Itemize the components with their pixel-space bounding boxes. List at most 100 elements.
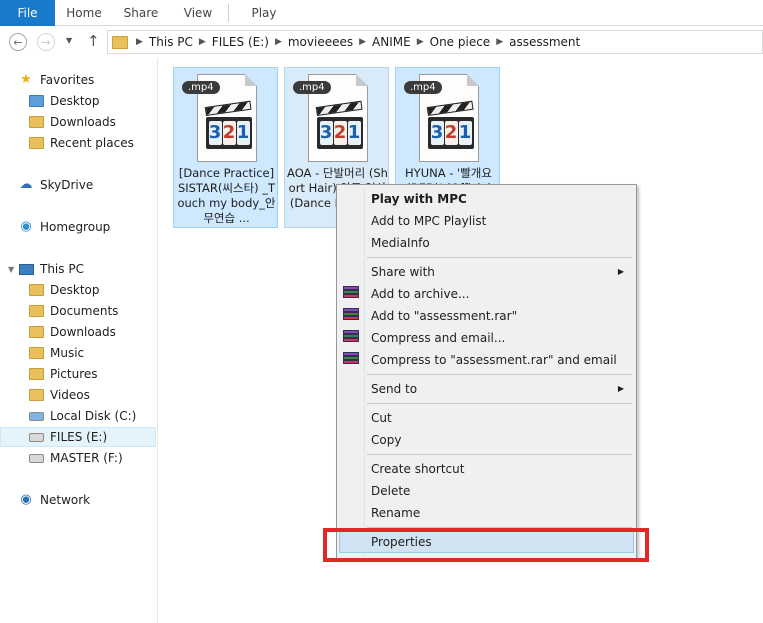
breadcrumb-this-pc[interactable]: This PC [149,35,193,49]
up-arrow-icon: ↑ [87,32,100,50]
menu-rename[interactable]: Rename [339,502,634,524]
downloads-folder-icon [28,324,44,340]
desktop-icon [28,93,44,109]
chevron-right-icon[interactable]: ▶ [136,37,143,47]
nav-downloads[interactable]: Downloads [28,112,116,132]
tab-play[interactable]: Play [243,0,285,26]
chevron-right-icon[interactable]: ▶ [199,37,206,47]
back-button[interactable]: ← [9,33,27,51]
menu-label: Add to "assessment.rar" [371,309,518,323]
nav-network[interactable]: ◉ Network [18,490,90,510]
menu-share-with[interactable]: Share with ▶ [339,261,634,283]
tab-file[interactable]: File [0,0,55,26]
clapperboard-icon: 321 [426,100,474,151]
nav-desktop[interactable]: Desktop [28,91,100,111]
menu-send-to[interactable]: Send to ▶ [339,378,634,400]
nav-local-disk-c[interactable]: Local Disk (C:) [28,406,136,426]
nav-pc-videos[interactable]: Videos [28,385,90,405]
address-bar[interactable]: ▶ This PC ▶ FILES (E:) ▶ movieeees ▶ ANI… [107,30,763,54]
nav-pc-pictures[interactable]: Pictures [28,364,98,384]
chevron-right-icon[interactable]: ▶ [275,37,282,47]
tab-home[interactable]: Home [63,0,105,26]
nav-pc-music[interactable]: Music [28,343,84,363]
menu-label: Compress and email... [371,331,506,345]
navigation-pane: ★ Favorites Desktop Downloads Recent pla… [0,58,158,623]
breadcrumb-assessment[interactable]: assessment [509,35,580,49]
mpc-file-icon: .mp4 321 [293,74,368,162]
windows-drive-icon [28,408,44,424]
menu-cut[interactable]: Cut [339,407,634,429]
menu-separator [367,374,632,375]
nav-label: Network [40,493,91,507]
menu-separator [367,257,632,258]
winrar-icon [343,308,359,324]
expand-chevron-icon[interactable]: ▼ [8,265,14,274]
menu-create-shortcut[interactable]: Create shortcut [339,458,634,480]
winrar-icon [343,330,359,346]
nav-favorites[interactable]: ★ Favorites [18,70,94,90]
folder-icon [112,35,128,49]
extension-badge: .mp4 [182,81,220,94]
chevron-down-icon: ▼ [66,36,73,45]
nav-homegroup[interactable]: ◉ Homegroup [18,217,110,237]
breadcrumb-anime[interactable]: ANIME [372,35,411,49]
nav-master-f[interactable]: MASTER (F:) [28,448,123,468]
nav-recent-places[interactable]: Recent places [28,133,134,153]
back-arrow-icon: ← [13,35,23,49]
file-item[interactable]: .mp4 321 [Dance Practice] SISTAR(씨스타) _T… [173,67,278,228]
nav-skydrive[interactable]: ☁ SkyDrive [18,175,94,195]
breadcrumb-files-e[interactable]: FILES (E:) [212,35,269,49]
winrar-icon [343,352,359,368]
nav-label: FILES (E:) [50,430,108,444]
nav-label: Downloads [50,115,116,129]
menu-add-to-archive[interactable]: Add to archive... [339,283,634,305]
menu-label: Send to [371,382,418,396]
menu-add-to-mpc-playlist[interactable]: Add to MPC Playlist [339,210,634,232]
clapperboard-icon: 321 [204,100,252,151]
tab-view[interactable]: View [177,0,219,26]
extension-badge: .mp4 [293,81,331,94]
menu-label: Compress to "assessment.rar" and email [371,353,617,367]
menu-add-to-assessment-rar[interactable]: Add to "assessment.rar" [339,305,634,327]
menu-compress-and-email[interactable]: Compress and email... [339,327,634,349]
chevron-right-icon[interactable]: ▶ [417,37,424,47]
nav-this-pc[interactable]: This PC [18,259,84,279]
mpc-file-icon: .mp4 321 [404,74,479,162]
up-button[interactable]: ↑ [87,32,100,50]
nav-label: Documents [50,304,119,318]
menu-label: Share with [371,265,435,279]
winrar-icon [343,286,359,302]
chevron-right-icon[interactable]: ▶ [496,37,503,47]
forward-arrow-icon: → [41,35,51,49]
menu-play-with-mpc[interactable]: Play with MPC [339,188,634,210]
nav-pc-desktop[interactable]: Desktop [28,280,100,300]
file-name: [Dance Practice] SISTAR(씨스타) _Touch my b… [177,166,276,225]
nav-label: Videos [50,388,90,402]
nav-label: Favorites [40,73,95,87]
chevron-right-icon[interactable]: ▶ [359,37,366,47]
recent-places-icon [28,135,44,151]
pictures-folder-icon [28,366,44,382]
highlight-annotation [323,528,649,562]
nav-label: This PC [40,262,84,276]
nav-pc-downloads[interactable]: Downloads [28,322,116,342]
submenu-arrow-icon: ▶ [617,267,624,276]
menu-mediainfo[interactable]: MediaInfo [339,232,634,254]
menu-copy[interactable]: Copy [339,429,634,451]
breadcrumb-one-piece[interactable]: One piece [430,35,491,49]
ribbon-divider [228,4,229,22]
extension-badge: .mp4 [404,81,442,94]
context-menu: Play with MPC Add to MPC Playlist MediaI… [336,184,637,559]
menu-label: Add to archive... [371,287,470,301]
computer-icon [18,261,34,277]
forward-button[interactable]: → [37,33,55,51]
menu-delete[interactable]: Delete [339,480,634,502]
tab-share[interactable]: Share [120,0,162,26]
menu-compress-to-rar-and-email[interactable]: Compress to "assessment.rar" and email [339,349,634,371]
nav-pc-documents[interactable]: Documents [28,301,118,321]
recent-locations-dropdown[interactable]: ▼ [66,36,72,45]
breadcrumb-movieeees[interactable]: movieeees [288,35,353,49]
network-icon: ◉ [20,492,32,507]
nav-label: Homegroup [40,220,111,234]
nav-files-e[interactable]: FILES (E:) [0,427,156,447]
